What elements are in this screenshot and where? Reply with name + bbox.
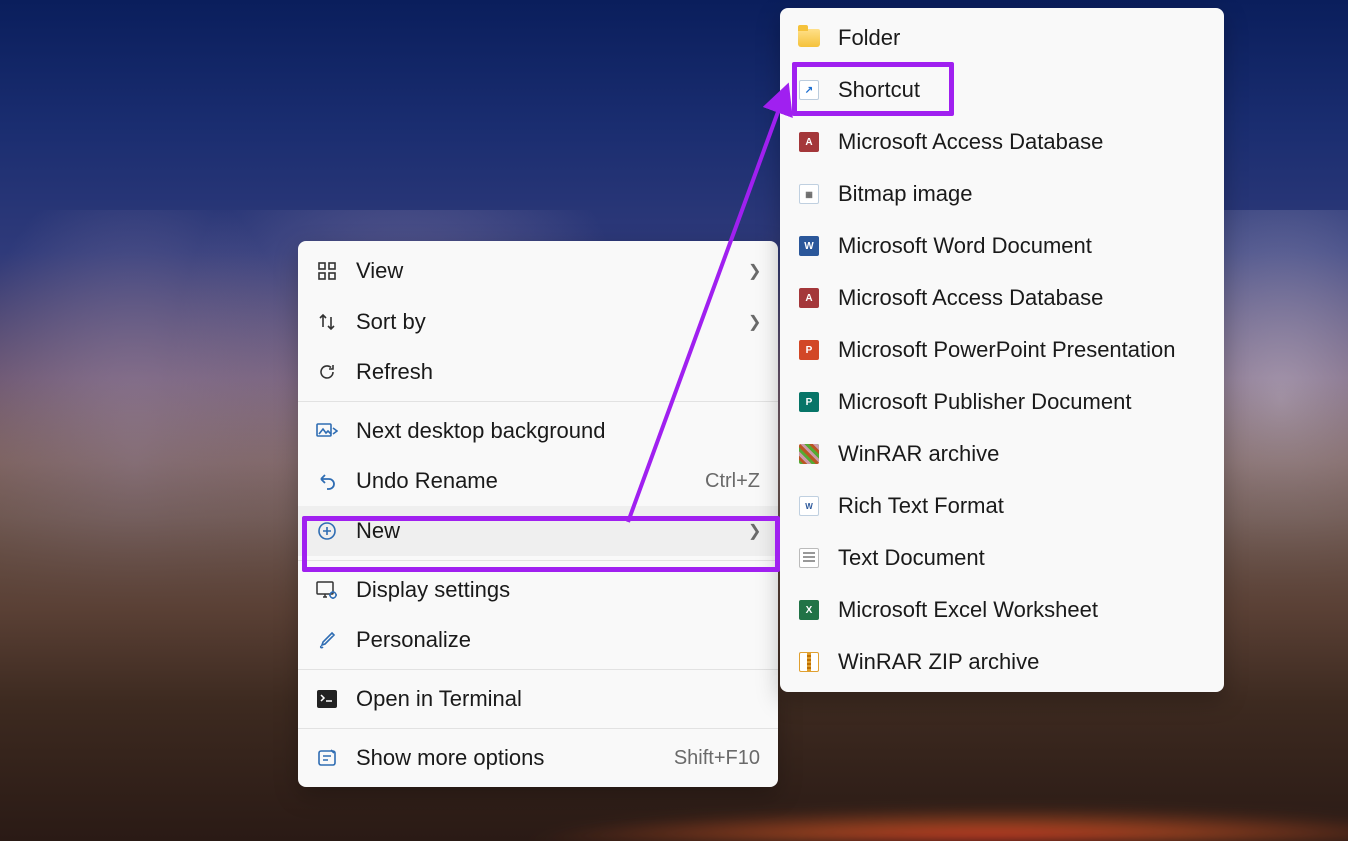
submenu-item-excel[interactable]: X Microsoft Excel Worksheet [780, 584, 1224, 636]
menu-item-label: Open in Terminal [356, 686, 760, 712]
menu-separator [298, 560, 778, 561]
submenu-item-publisher[interactable]: P Microsoft Publisher Document [780, 376, 1224, 428]
excel-icon: X [798, 599, 820, 621]
submenu-item-rtf[interactable]: W Rich Text Format [780, 480, 1224, 532]
image-next-icon [316, 420, 338, 442]
submenu-item-folder[interactable]: Folder [780, 12, 1224, 64]
access-icon: A [798, 287, 820, 309]
submenu-item-access[interactable]: A Microsoft Access Database [780, 116, 1224, 168]
submenu-item-label: Shortcut [838, 77, 1206, 103]
menu-item-label: Sort by [356, 309, 730, 335]
menu-item-shortcut: Shift+F10 [674, 747, 760, 770]
submenu-item-text[interactable]: Text Document [780, 532, 1224, 584]
menu-item-view[interactable]: View ❯ [298, 245, 778, 297]
submenu-item-label: Folder [838, 25, 1206, 51]
bitmap-icon: ▦ [798, 183, 820, 205]
more-options-icon [316, 747, 338, 769]
submenu-item-label: WinRAR ZIP archive [838, 649, 1206, 675]
text-icon [798, 547, 820, 569]
access-icon: A [798, 131, 820, 153]
sort-icon [316, 311, 338, 333]
menu-item-label: View [356, 258, 730, 284]
menu-item-shortcut: Ctrl+Z [705, 470, 760, 493]
menu-separator [298, 669, 778, 670]
menu-item-more-options[interactable]: Show more options Shift+F10 [298, 733, 778, 783]
desktop-wallpaper[interactable]: View ❯ Sort by ❯ Refresh [0, 0, 1348, 841]
submenu-item-zip[interactable]: WinRAR ZIP archive [780, 636, 1224, 688]
menu-item-label: Refresh [356, 359, 760, 385]
submenu-item-word[interactable]: W Microsoft Word Document [780, 220, 1224, 272]
submenu-item-access-2[interactable]: A Microsoft Access Database [780, 272, 1224, 324]
rtf-icon: W [798, 495, 820, 517]
submenu-item-label: WinRAR archive [838, 441, 1206, 467]
refresh-icon [316, 361, 338, 383]
menu-item-label: Show more options [356, 745, 656, 771]
menu-item-label: New [356, 518, 730, 544]
menu-item-label: Undo Rename [356, 468, 687, 494]
brush-icon [316, 629, 338, 651]
submenu-item-label: Microsoft Access Database [838, 285, 1206, 311]
menu-item-label: Display settings [356, 577, 760, 603]
chevron-right-icon: ❯ [748, 312, 760, 332]
powerpoint-icon: P [798, 339, 820, 361]
submenu-item-winrar[interactable]: WinRAR archive [780, 428, 1224, 480]
menu-item-refresh[interactable]: Refresh [298, 347, 778, 397]
submenu-item-label: Microsoft Publisher Document [838, 389, 1206, 415]
submenu-item-powerpoint[interactable]: P Microsoft PowerPoint Presentation [780, 324, 1224, 376]
chevron-right-icon: ❯ [748, 261, 760, 281]
zip-icon [798, 651, 820, 673]
display-settings-icon [316, 579, 338, 601]
winrar-icon [798, 443, 820, 465]
menu-item-label: Personalize [356, 627, 760, 653]
menu-item-display-settings[interactable]: Display settings [298, 565, 778, 615]
menu-item-label: Next desktop background [356, 418, 760, 444]
submenu-item-bitmap[interactable]: ▦ Bitmap image [780, 168, 1224, 220]
menu-item-next-background[interactable]: Next desktop background [298, 406, 778, 456]
menu-item-open-terminal[interactable]: Open in Terminal [298, 674, 778, 724]
menu-item-undo[interactable]: Undo Rename Ctrl+Z [298, 456, 778, 506]
publisher-icon: P [798, 391, 820, 413]
grid-icon [316, 260, 338, 282]
new-submenu: Folder ↗ Shortcut A Microsoft Access Dat… [780, 8, 1224, 692]
submenu-item-label: Bitmap image [838, 181, 1206, 207]
shortcut-icon: ↗ [798, 79, 820, 101]
menu-item-new[interactable]: New ❯ [298, 506, 778, 556]
submenu-item-label: Microsoft Excel Worksheet [838, 597, 1206, 623]
submenu-item-label: Text Document [838, 545, 1206, 571]
menu-item-sortby[interactable]: Sort by ❯ [298, 297, 778, 347]
submenu-item-label: Microsoft Word Document [838, 233, 1206, 259]
word-icon: W [798, 235, 820, 257]
menu-separator [298, 401, 778, 402]
submenu-item-label: Microsoft PowerPoint Presentation [838, 337, 1206, 363]
add-icon [316, 520, 338, 542]
menu-item-personalize[interactable]: Personalize [298, 615, 778, 665]
submenu-item-label: Rich Text Format [838, 493, 1206, 519]
desktop-context-menu: View ❯ Sort by ❯ Refresh [298, 241, 778, 787]
terminal-icon [316, 688, 338, 710]
folder-icon [798, 27, 820, 49]
submenu-item-shortcut[interactable]: ↗ Shortcut [780, 64, 1224, 116]
menu-separator [298, 728, 778, 729]
submenu-item-label: Microsoft Access Database [838, 129, 1206, 155]
undo-icon [316, 470, 338, 492]
chevron-right-icon: ❯ [748, 521, 760, 541]
